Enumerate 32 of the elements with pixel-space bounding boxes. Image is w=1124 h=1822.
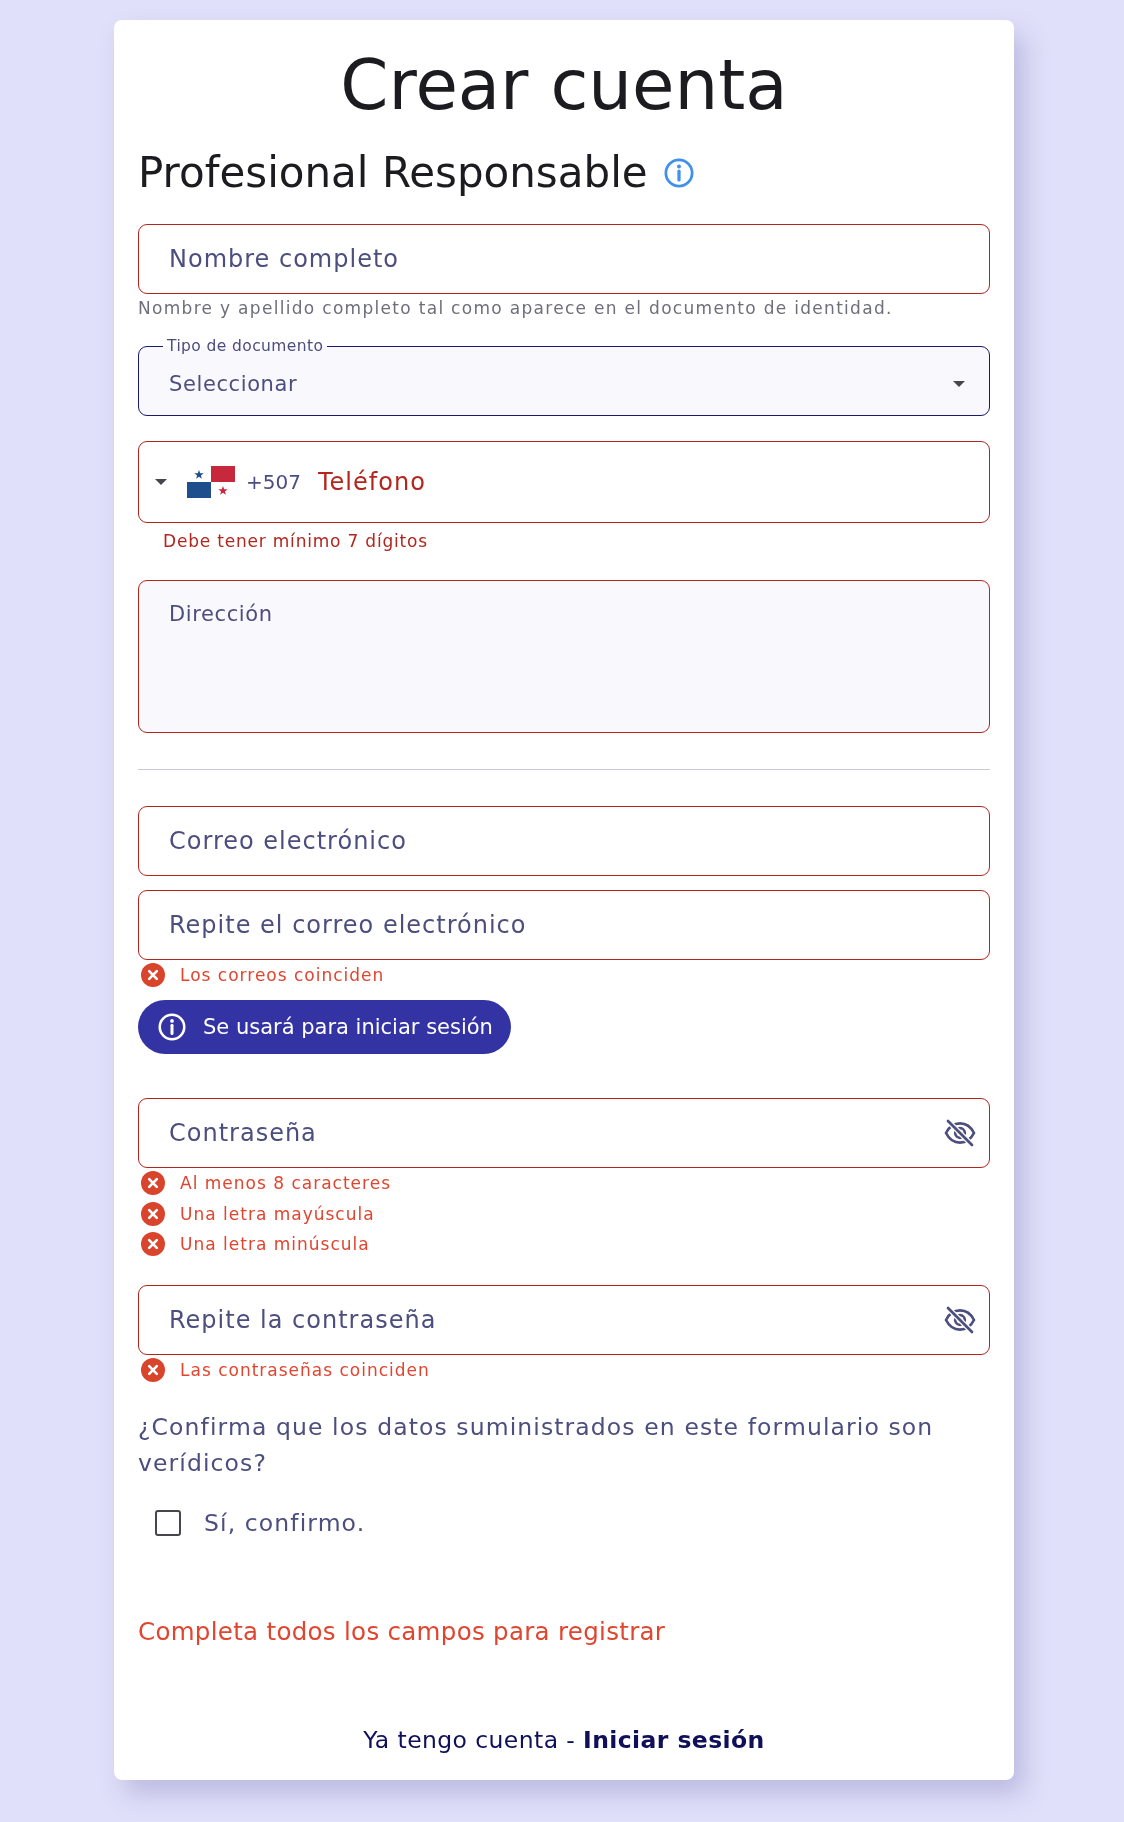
flag-icon	[187, 466, 235, 498]
text-input-field[interactable]: Nombre completo	[138, 224, 990, 294]
confirmation-question: ¿Confirma que los datos suministrados en este formulario son verídicos?	[138, 1412, 935, 1479]
email-field[interactable]: Correo electrónico	[138, 806, 990, 876]
login-prompt: Ya tengo cuenta - Iniciar sesión	[363, 1725, 765, 1755]
chip-text: Se usará para iniciar sesión	[203, 1015, 493, 1039]
floating-label: Tipo de documento	[166, 337, 325, 356]
checkbox-label: Sí, confirmo.	[204, 1509, 366, 1537]
eye-off-icon[interactable]	[944, 1304, 976, 1336]
validation-text: Al menos 8 caracteres	[180, 1173, 391, 1193]
page-title: Crear cuenta	[340, 44, 788, 126]
password-field[interactable]: Repite la contraseña	[138, 1285, 990, 1355]
helper-text: Nombre y apellido completo tal como aparece en el documento de identidad.	[138, 297, 893, 319]
section-title: Profesional Responsable	[138, 148, 648, 198]
checkbox[interactable]	[155, 1510, 181, 1536]
validation-text: Los correos coinciden	[180, 965, 385, 985]
textarea-field[interactable]: Dirección	[138, 580, 990, 733]
eye-off-icon[interactable]	[944, 1117, 976, 1149]
validation-text: Una letra mayúscula	[180, 1203, 375, 1224]
login-link[interactable]: Iniciar sesión	[583, 1726, 765, 1754]
country-code-button[interactable]: +507	[155, 465, 301, 499]
info-icon	[158, 1013, 186, 1041]
validation-text: Una letra minúscula	[180, 1234, 370, 1254]
info-icon[interactable]	[663, 158, 694, 188]
caret-icon	[155, 479, 167, 485]
validation-text: Las contraseñas coinciden	[180, 1360, 430, 1380]
password-field[interactable]: Contraseña	[138, 1098, 990, 1168]
email-field[interactable]: Repite el correo electrónico	[138, 890, 990, 960]
dropdown-field[interactable]: Tipo de documento Seleccionar	[138, 337, 990, 416]
error-text: Debe tener mínimo 7 dígitos	[163, 531, 428, 552]
caret-icon	[953, 380, 965, 387]
status-message: Completa todos los campos para registrar	[138, 1617, 667, 1647]
